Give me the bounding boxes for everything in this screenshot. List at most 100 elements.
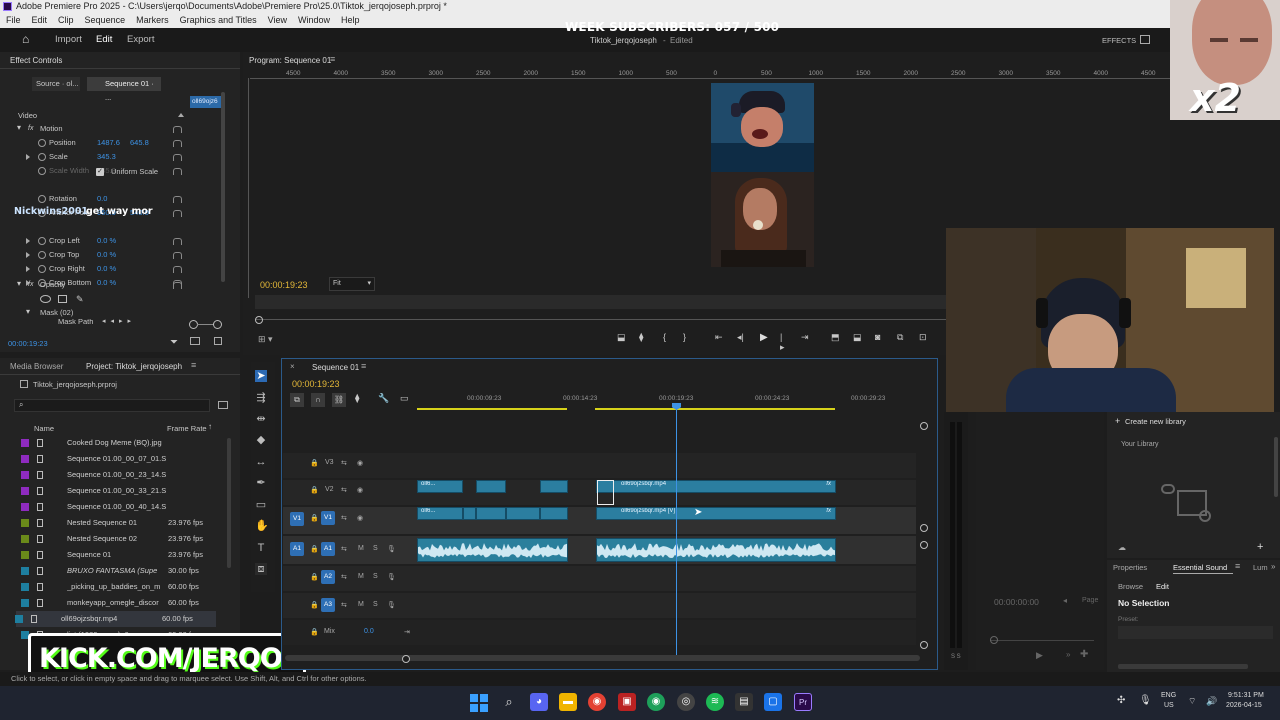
reset-icon[interactable] — [173, 252, 182, 259]
a3-label[interactable]: A3 — [321, 598, 335, 612]
vscroll-handle[interactable] — [920, 422, 928, 430]
label-color-swatch[interactable] — [21, 567, 29, 575]
add-marker-icon[interactable]: ⧫ — [639, 332, 643, 343]
panel-menu-icon[interactable]: ≡ — [330, 54, 335, 64]
edit-tab[interactable]: Edit — [1156, 582, 1169, 591]
pen-icon[interactable]: ✒ — [255, 477, 267, 489]
chevron-down-icon[interactable]: ▾ — [17, 277, 21, 291]
export-frame-icon[interactable] — [190, 337, 200, 345]
project-item[interactable]: Sequence 01.00_00_40_14.S — [21, 499, 222, 515]
panel-menu-icon[interactable]: ≡ — [1235, 561, 1240, 571]
selection-tool-icon[interactable]: ➤ — [255, 370, 267, 382]
add-icon[interactable]: ✚ — [1080, 649, 1088, 660]
project-item[interactable]: Nested Sequence 02 23.976 fps — [21, 531, 222, 547]
label-color-swatch[interactable] — [21, 503, 29, 511]
reference-timecode[interactable]: 00:00:00:00 — [994, 597, 1039, 607]
close-icon[interactable]: × — [290, 362, 295, 371]
property-row[interactable]: Position 1487.6 645.8 — [0, 136, 230, 150]
windows-start-icon[interactable] — [470, 694, 488, 712]
comparison-icon[interactable]: ⧉ — [897, 332, 903, 343]
zoom-fit-select[interactable]: Fit ▾ — [329, 277, 375, 291]
overwrite-icon[interactable]: ⬓ — [853, 332, 862, 343]
vscroll-handle[interactable] — [920, 541, 928, 549]
discord-icon[interactable]: ◕ — [530, 693, 548, 711]
chevron-right-icon[interactable] — [26, 266, 30, 272]
menu-help[interactable]: Help — [341, 13, 360, 28]
timeline-timecode[interactable]: 00:00:19:23 — [292, 379, 340, 389]
menu-edit[interactable]: Edit — [32, 13, 48, 28]
app-blue-icon[interactable]: ▢ — [764, 693, 782, 711]
col-name[interactable]: Name — [34, 424, 54, 433]
label-color-swatch[interactable] — [21, 487, 29, 495]
section-collapse-icon[interactable] — [178, 113, 184, 117]
create-library-link[interactable]: Create new library — [1125, 417, 1186, 426]
eye-icon[interactable]: ◉ — [357, 514, 363, 522]
vscroll-handle[interactable] — [920, 524, 928, 532]
settings-icon[interactable]: ⊞ ▾ — [258, 334, 282, 346]
app-icon[interactable]: ▣ — [618, 693, 636, 711]
volume-icon[interactable]: 🔊 — [1206, 696, 1217, 707]
chevron-right-icon[interactable] — [26, 252, 30, 258]
v1-label[interactable]: V1 — [321, 511, 335, 525]
step-back-icon[interactable]: ◂| — [737, 332, 744, 343]
chrome-profile-icon[interactable]: ◉ — [647, 693, 665, 711]
lang-secondary[interactable]: US — [1164, 702, 1174, 709]
sync-lock-icon[interactable]: ⇆ — [341, 514, 347, 522]
add-icon[interactable]: + — [1257, 541, 1263, 553]
reset-icon[interactable] — [173, 238, 182, 245]
panel-toggle-icon[interactable] — [1140, 35, 1150, 44]
source-patch-v1[interactable]: V1 — [290, 512, 304, 526]
pen-mask-icon[interactable]: ✎ — [76, 292, 84, 306]
go-to-in-icon[interactable]: ⇤ — [715, 332, 723, 343]
step-forward-icon[interactable]: |▸ — [780, 332, 785, 353]
clip-v1-2[interactable] — [463, 507, 476, 520]
zoom-start-handle[interactable] — [255, 316, 263, 324]
lock-icon[interactable]: 🔒 — [310, 601, 319, 609]
tray-app-icon[interactable]: ✣ — [1117, 695, 1125, 706]
solo-meter-buttons[interactable]: S S — [951, 654, 961, 660]
reset-icon[interactable] — [173, 210, 182, 217]
nest-icon[interactable]: ⧉ — [290, 393, 304, 407]
stopwatch-icon[interactable] — [38, 195, 46, 203]
clip-v2-3[interactable] — [540, 480, 568, 493]
extract-icon[interactable]: ⊡ — [919, 332, 927, 343]
solo-icon[interactable]: S — [373, 601, 378, 608]
preset-select[interactable] — [1118, 626, 1273, 639]
expand-icon[interactable] — [214, 337, 222, 345]
sequence-tab[interactable]: Sequence 01 · ... — [87, 77, 161, 102]
effect-controls-timecode[interactable]: 00:00:19:23 — [8, 339, 48, 348]
label-color-swatch[interactable] — [21, 519, 29, 527]
chevron-down-icon[interactable]: ▾ — [17, 121, 21, 135]
reset-icon[interactable] — [173, 126, 182, 133]
label-color-swatch[interactable] — [21, 583, 29, 591]
clip-v2-main[interactable]: oll69ojzsbqr.mp4 fx — [596, 480, 836, 493]
stopwatch-icon[interactable] — [38, 139, 46, 147]
tab-edit[interactable]: Edit — [96, 34, 112, 45]
clip-v1-main[interactable]: oll69ojzsbqr.mp4 [V] fx — [596, 507, 836, 520]
property-value-1[interactable]: 1487.6 — [97, 136, 120, 150]
properties-tab[interactable]: Properties — [1113, 563, 1147, 572]
label-color-swatch[interactable] — [15, 615, 23, 623]
project-item[interactable]: oll69ojzsbqr.mp4 60.00 fps — [15, 611, 216, 627]
sort-arrow-icon[interactable]: ↑ — [208, 422, 212, 431]
audio-clip-2[interactable] — [596, 538, 836, 562]
mask-track-buttons[interactable]: ◂◂▸▸ — [102, 319, 136, 327]
stopwatch-icon[interactable] — [38, 153, 46, 161]
filter-icon[interactable]: ⏷ — [170, 337, 178, 348]
panel-menu-icon[interactable]: ≡ — [361, 361, 366, 371]
type-icon[interactable]: T — [255, 542, 267, 554]
eye-icon[interactable]: ◉ — [357, 486, 363, 494]
tab-export[interactable]: Export — [127, 34, 154, 45]
label-color-swatch[interactable] — [21, 535, 29, 543]
property-value-1[interactable]: 0.0 % — [97, 234, 116, 248]
lock-icon[interactable]: 🔒 — [310, 514, 319, 522]
project-item[interactable]: Sequence 01 23.976 fps — [21, 547, 222, 563]
terminal-icon[interactable]: ▤ — [735, 693, 753, 711]
scrollbar[interactable] — [221, 92, 225, 282]
program-timecode[interactable]: 00:00:19:23 — [260, 280, 308, 290]
audio-clip-1[interactable] — [417, 538, 568, 562]
reset-icon[interactable] — [173, 282, 182, 289]
scrollbar[interactable] — [1274, 437, 1278, 497]
add-icon[interactable]: + — [1115, 416, 1120, 426]
file-explorer-icon[interactable]: ▬ — [559, 693, 577, 711]
